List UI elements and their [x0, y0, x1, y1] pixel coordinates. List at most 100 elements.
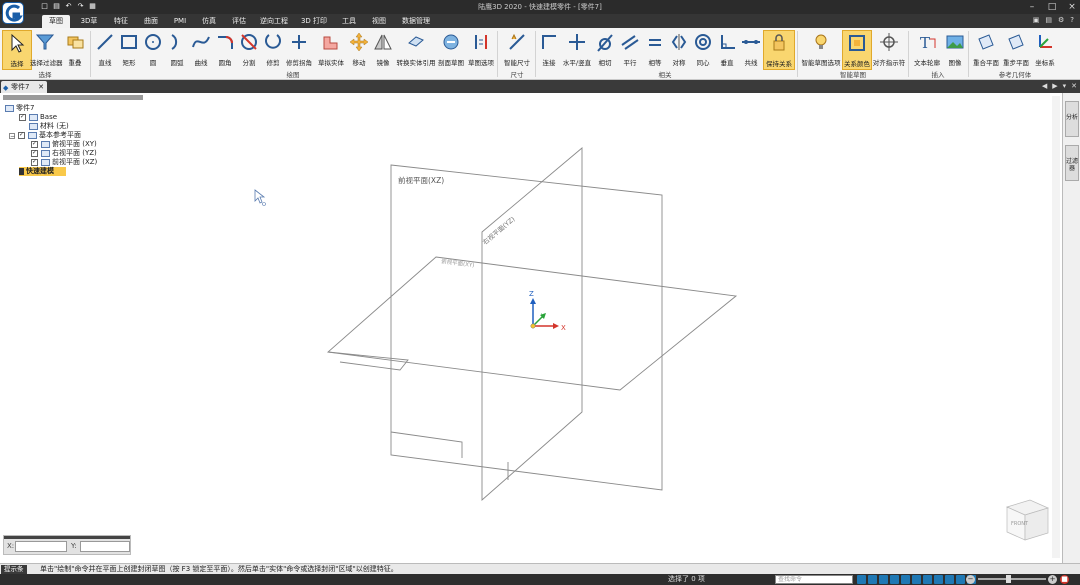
coincident-plane-button[interactable]: 重合平面	[970, 30, 1002, 70]
coincident-icon	[542, 35, 556, 49]
filter-panel-tab[interactable]: 过滤器	[1065, 145, 1079, 181]
scroll-right-icon[interactable]: ▶	[1052, 81, 1057, 92]
overlap-button[interactable]: 重叠	[60, 30, 90, 70]
visibility-checkbox[interactable]	[18, 130, 25, 139]
convert-entities-button[interactable]: 转换实体引用	[394, 30, 438, 70]
info-icon[interactable]: ?	[1070, 16, 1074, 24]
alignment-indicator-button[interactable]: 对齐指示符	[872, 30, 906, 70]
zoom-area-icon[interactable]	[868, 575, 877, 584]
command-search-input[interactable]: 查找命令	[775, 575, 853, 584]
app-logo[interactable]	[2, 2, 24, 24]
top-plane-label: 俯视平面(XY)	[441, 257, 475, 269]
collapse-icon[interactable]: −	[9, 132, 15, 139]
tree-item-top-plane[interactable]: 俯视平面 (XY)	[31, 139, 97, 149]
collinear-button[interactable]: 共线	[736, 30, 766, 70]
zoom-slider-knob[interactable]	[1006, 575, 1011, 583]
arrow-icon[interactable]	[857, 575, 866, 584]
stop-icon[interactable]: ■	[1060, 575, 1069, 584]
render-icon[interactable]	[956, 575, 965, 584]
relation-color-button[interactable]: 关系颜色	[842, 30, 872, 70]
tab-sketch[interactable]: 草图	[42, 15, 70, 28]
prompt-bar-tag[interactable]: 提示条	[1, 565, 27, 574]
visibility-checkbox[interactable]	[31, 139, 38, 148]
tree-item-reference-planes[interactable]: − 基本参考平面	[9, 130, 81, 140]
y-coordinate-field[interactable]	[80, 541, 130, 552]
sketch-entity-button[interactable]: 草拟实体	[314, 30, 348, 70]
section-sketch-icon	[443, 34, 459, 50]
axis-y-label: Y	[540, 313, 545, 320]
zoom-slider[interactable]	[978, 575, 1046, 583]
view-orient-icon[interactable]	[923, 575, 932, 584]
tab-tools[interactable]: 工具	[336, 15, 362, 28]
group-label-insert: 插入	[931, 71, 945, 79]
close-document-icon[interactable]: ✕	[1071, 81, 1077, 92]
trim-corner-button[interactable]: 修剪拐角	[282, 30, 316, 70]
step-plane-button[interactable]: 重步平面	[1000, 30, 1032, 70]
tab-surface[interactable]: 曲面	[138, 15, 164, 28]
layout-icon[interactable]: ▤	[1045, 16, 1052, 24]
tab-data-management[interactable]: 数据管理	[396, 15, 436, 28]
viewport-scrollbar[interactable]	[1052, 96, 1060, 558]
image-button[interactable]: 图像	[940, 30, 970, 70]
smart-sketch-options-button[interactable]: 智能草图选项	[800, 30, 842, 70]
coordinate-system-button[interactable]: 坐标系	[1030, 30, 1060, 70]
x-coordinate-field[interactable]	[15, 541, 67, 552]
help-icon[interactable]: ▣	[1033, 16, 1040, 24]
tab-view[interactable]: 视图	[366, 15, 392, 28]
tab-3d-sketch[interactable]: 3D草图	[74, 15, 104, 38]
tree-item-front-plane[interactable]: 前视平面 (XZ)	[31, 157, 97, 167]
trim-icon	[265, 34, 281, 49]
sketch-entity-icon	[323, 36, 338, 50]
analysis-panel-tab[interactable]: 分析	[1065, 101, 1079, 137]
horizontal-vertical-button[interactable]: 水平/竖直	[560, 30, 594, 70]
tab-evaluate[interactable]: 评估	[226, 15, 252, 28]
section-sketch-button[interactable]: 剖面草图	[436, 30, 466, 70]
zoom-out-button[interactable]: −	[966, 575, 975, 584]
fit-icon[interactable]	[890, 575, 899, 584]
tree-item-material[interactable]: 材料 (无)	[29, 122, 69, 131]
tab-list-icon[interactable]: ▾	[1063, 81, 1067, 92]
settings-icon[interactable]: ⚙	[1058, 16, 1064, 24]
close-tab-icon[interactable]: ✕	[38, 81, 44, 93]
visibility-checkbox[interactable]	[31, 148, 38, 157]
view-cube[interactable]: FRONT	[1005, 499, 1050, 541]
x-coordinate-label: X:	[7, 542, 15, 550]
tree-item-right-plane[interactable]: 右视平面 (YZ)	[31, 148, 97, 158]
document-tab[interactable]: ◆ 零件7 ✕	[1, 81, 47, 93]
tab-3d-print[interactable]: 3D 打印	[296, 15, 332, 28]
tree-item-quick-modeling[interactable]: 快速建模	[19, 167, 66, 176]
top-plane[interactable]	[326, 256, 738, 391]
visibility-checkbox[interactable]	[31, 157, 38, 166]
zoom-in-button[interactable]: +	[1048, 575, 1057, 584]
tab-reverse-engineering[interactable]: 逆向工程	[256, 15, 292, 28]
display-style-icon[interactable]	[934, 575, 943, 584]
tab-feature[interactable]: 特征	[108, 15, 134, 28]
graphics-viewport[interactable]: 前视平面(XZ) 右视平面(YZ) 俯视平面(XY) Z X Y FRONT	[0, 93, 1060, 563]
close-button[interactable]: ×	[1066, 1, 1078, 13]
tab-pmi[interactable]: PMI	[168, 15, 192, 28]
select-filter-button[interactable]: 选择过滤器	[30, 30, 63, 70]
ribbon-tabs: 草图 3D草图 特征 曲面 PMI 仿真 评估 逆向工程 3D 打印 工具 视图…	[0, 14, 1080, 38]
parallel-icon	[621, 35, 639, 50]
right-plane-label: 右视平面(YZ)	[481, 214, 517, 246]
keep-relations-button[interactable]: 保持关系	[763, 30, 795, 70]
text-profile-button[interactable]: T 文本轮廓	[910, 30, 944, 70]
sketch-options-button[interactable]: 草图选项	[466, 30, 496, 70]
tree-item-base[interactable]: Base	[19, 112, 57, 122]
rotate-icon[interactable]	[912, 575, 921, 584]
visibility-checkbox[interactable]	[19, 112, 26, 121]
split-icon	[241, 34, 257, 50]
tangent-icon	[597, 34, 613, 52]
pan-icon[interactable]	[901, 575, 910, 584]
smart-dimension-button[interactable]: 智能尺寸	[500, 30, 534, 70]
tree-header-bar[interactable]	[3, 95, 143, 100]
section-view-icon[interactable]	[945, 575, 954, 584]
front-plane[interactable]	[390, 164, 663, 491]
scroll-left-icon[interactable]: ◀	[1042, 81, 1047, 92]
maximize-button[interactable]: □	[1046, 1, 1058, 13]
minimize-button[interactable]: –	[1026, 1, 1038, 13]
tab-simulation[interactable]: 仿真	[196, 15, 222, 28]
select-button[interactable]: 选择	[2, 30, 32, 70]
horizontal-vertical-icon	[569, 34, 585, 50]
zoom-icon[interactable]	[879, 575, 888, 584]
